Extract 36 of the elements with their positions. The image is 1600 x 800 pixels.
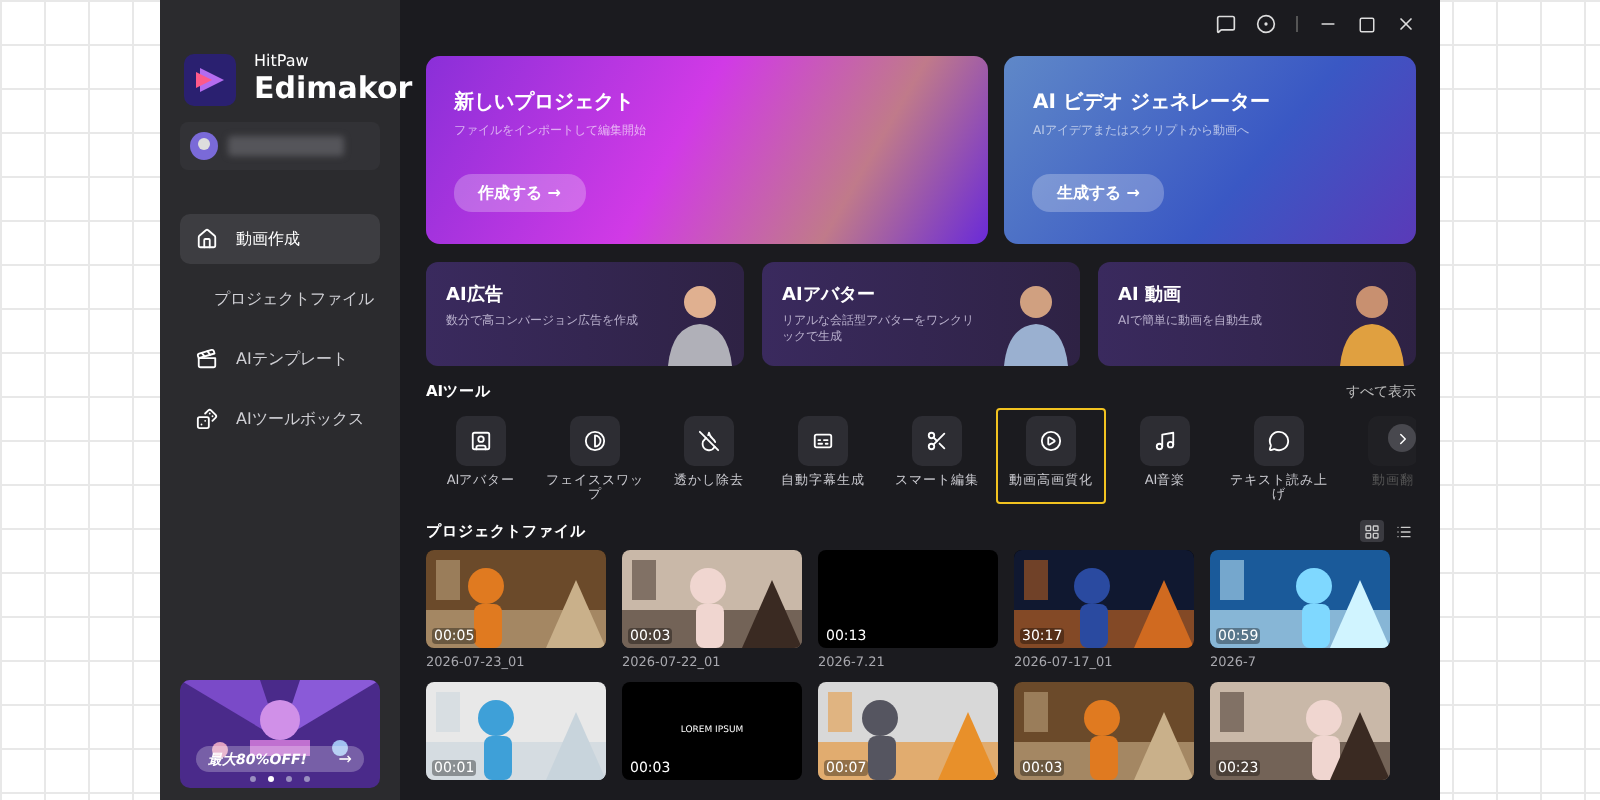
sidebar-item[interactable]: 動画作成	[180, 214, 380, 264]
grid-icon	[1364, 523, 1380, 539]
card-title: AI広告	[446, 282, 505, 308]
home-icon	[196, 228, 218, 250]
card-title: AI ビデオ ジェネレーター	[1032, 89, 1272, 116]
carousel-dot[interactable]	[268, 776, 274, 782]
carousel-dot[interactable]	[250, 776, 256, 782]
sidebar-item[interactable]: プロジェクトファイル	[180, 274, 380, 324]
user-square-icon	[456, 416, 506, 466]
clapperboard-icon	[196, 348, 218, 370]
card-title: AI 動画	[1118, 283, 1183, 308]
music-note-icon	[1140, 416, 1190, 466]
sidebar-item[interactable]: AIテンプレート	[180, 334, 380, 384]
target-icon[interactable]	[1256, 14, 1276, 34]
droplet-off-icon	[684, 416, 734, 466]
speech-bubble-icon	[1254, 416, 1304, 466]
logo-icon	[184, 53, 236, 105]
user-account[interactable]	[180, 122, 380, 170]
avatar-icon	[190, 132, 218, 160]
brand-subtitle: HitPaw	[254, 52, 311, 70]
grid-view-button[interactable]	[1360, 520, 1384, 542]
brand-name: Edimakor	[254, 70, 413, 106]
next-button[interactable]	[1388, 424, 1416, 452]
scissors-icon	[912, 416, 962, 466]
captions-icon	[798, 416, 848, 466]
feedback-icon[interactable]	[1216, 14, 1236, 34]
card-title: AIアバター	[782, 284, 877, 308]
carousel-dot[interactable]	[304, 776, 310, 782]
list-icon	[1396, 523, 1412, 539]
close-icon[interactable]	[1396, 14, 1416, 34]
card-title: 新しいプロジェクト	[454, 88, 636, 116]
maximize-icon[interactable]	[1358, 15, 1376, 33]
carousel-dot[interactable]	[286, 776, 292, 782]
dice-icon	[196, 408, 218, 430]
sidebar-item[interactable]: AIツールボックス	[180, 394, 380, 444]
arrow-text: →	[338, 750, 352, 768]
